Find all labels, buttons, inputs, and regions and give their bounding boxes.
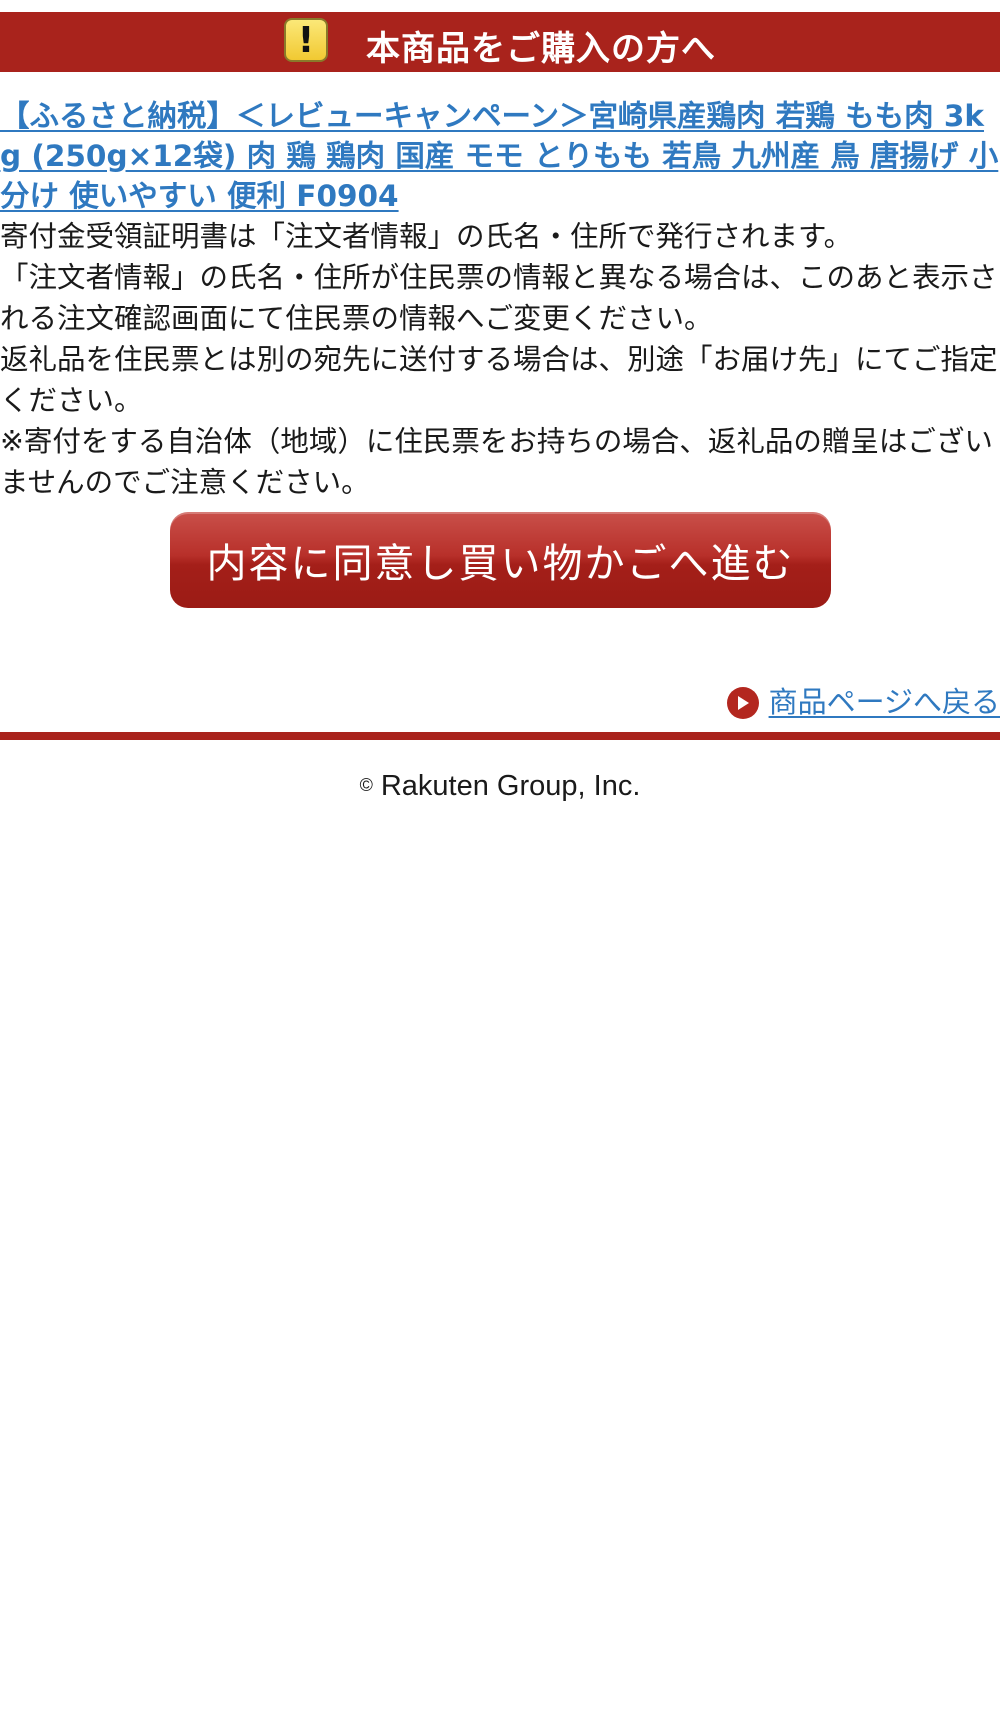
cta-container: 内容に同意し買い物かごへ進む — [170, 512, 831, 608]
product-title-link[interactable]: 【ふるさと納税】＜レビューキャンペーン＞宮崎県産鶏肉 若鶏 もも肉 3kg (2… — [0, 96, 1000, 216]
play-arrow-icon — [726, 687, 759, 719]
notice-line: 「注文者情報」の氏名・住所が住民票の情報と異なる場合は、このあと表示される注文確… — [0, 261, 998, 335]
copyright-mark: © — [359, 775, 373, 795]
notice-text: 寄付金受領証明書は「注文者情報」の氏名・住所で発行されます。 「注文者情報」の氏… — [0, 216, 1000, 503]
notice-header: ! 本商品をご購入の方へ — [0, 12, 1000, 72]
notice-line: 返礼品を住民票とは別の宛先に送付する場合は、別途「お届け先」にてご指定ください。 — [0, 343, 998, 417]
notice-line: ※寄付をする自治体（地域）に住民票をお持ちの場合、返礼品の贈呈はございませんので… — [0, 425, 993, 499]
back-to-product-link[interactable]: 商品ページへ戻る — [769, 679, 1000, 721]
footer-divider — [0, 732, 1000, 740]
notice-line: 寄付金受領証明書は「注文者情報」の氏名・住所で発行されます。 — [0, 220, 853, 253]
agree-proceed-to-cart-button[interactable]: 内容に同意し買い物かごへ進む — [170, 512, 831, 608]
back-to-product-row[interactable]: 商品ページへ戻る — [726, 679, 1000, 721]
exclamation-warning-icon: ! — [284, 18, 328, 62]
main-content: 【ふるさと納税】＜レビューキャンペーン＞宮崎県産鶏肉 若鶏 もも肉 3kg (2… — [0, 96, 1000, 503]
copyright: © Rakuten Group, Inc. — [0, 770, 1000, 803]
header-title: 本商品をご購入の方へ — [366, 28, 716, 69]
copyright-text: Rakuten Group, Inc. — [380, 770, 641, 802]
